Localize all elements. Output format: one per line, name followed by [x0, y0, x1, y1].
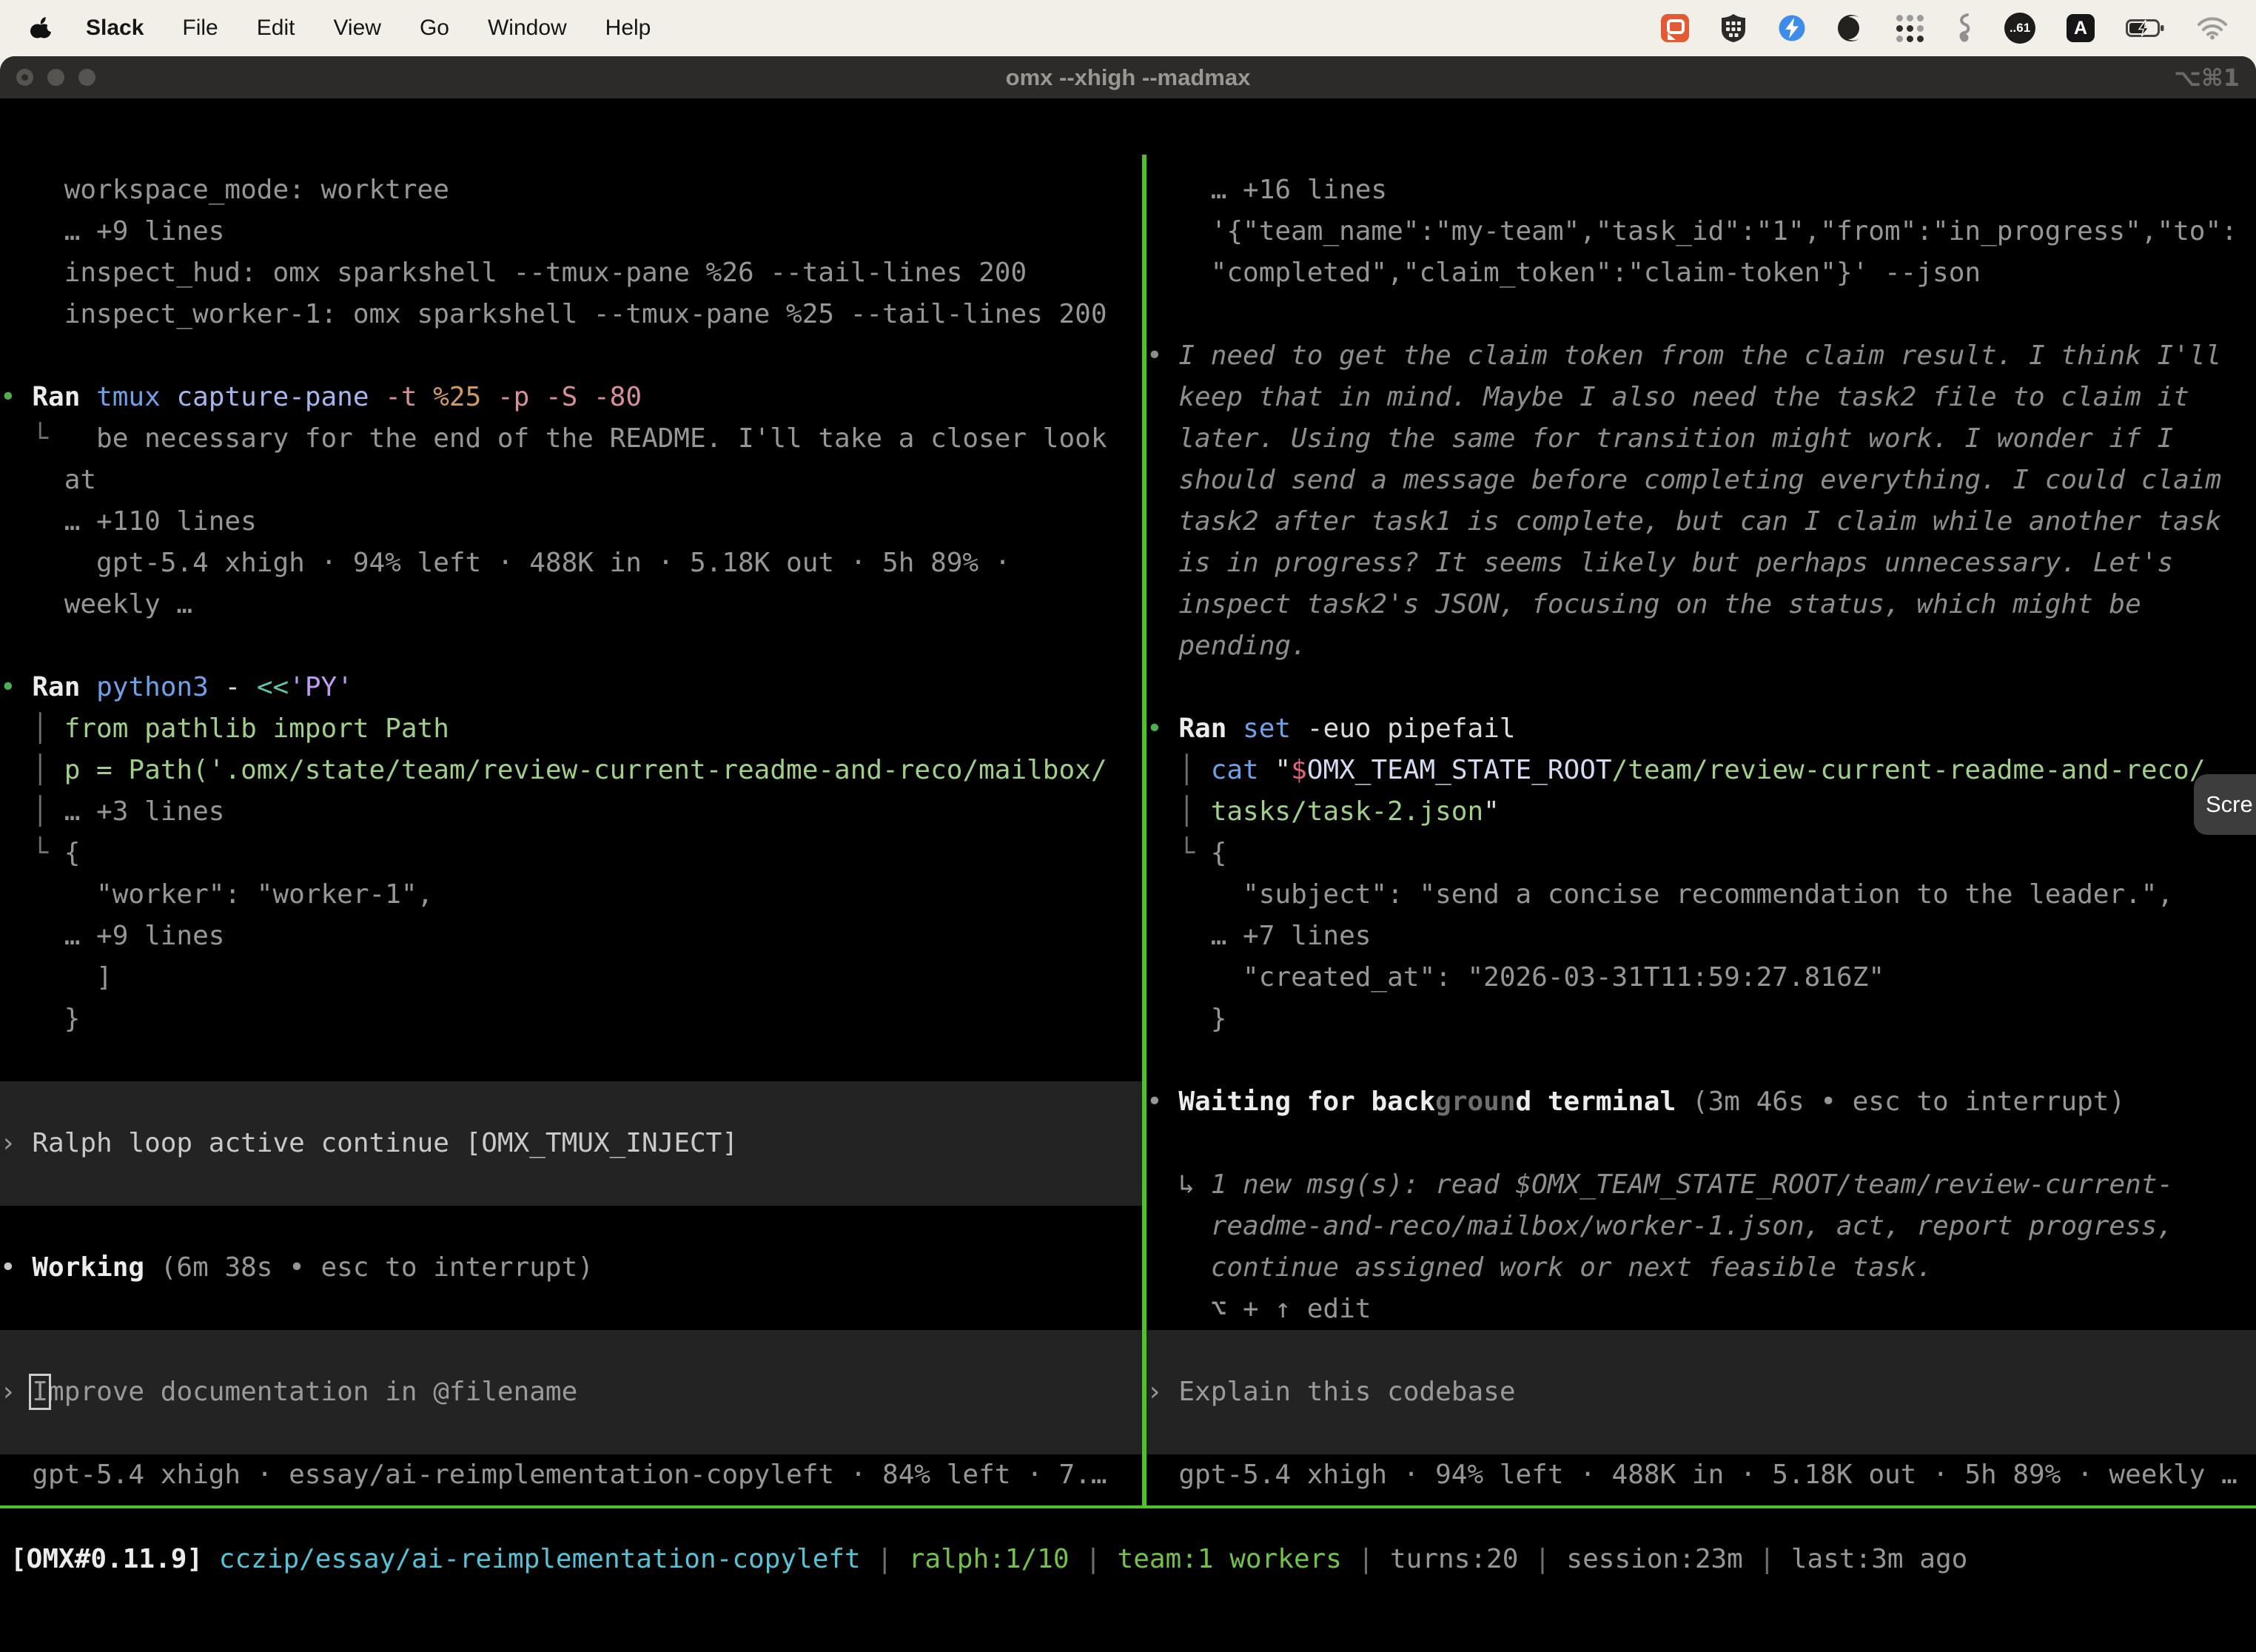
- terminal-row: • Ran python3 - <<'PY': [0, 667, 1142, 708]
- terminal-row: weekly …: [0, 584, 1142, 625]
- battery-icon[interactable]: [2126, 18, 2166, 38]
- terminal-row: "created_at": "2026-03-31T11:59:27.816Z": [1147, 957, 2256, 998]
- terminal-row: [0, 1330, 1142, 1371]
- terminal-row: "completed","claim_token":"claim-token"}…: [1147, 252, 2256, 294]
- terminal-row: [0, 1040, 1142, 1081]
- apple-menu-icon[interactable]: [30, 16, 52, 41]
- terminal-row: inspect task2's JSON, focusing on the st…: [1147, 584, 2256, 625]
- terminal-row: ↳ 1 new msg(s): read $OMX_TEAM_STATE_ROO…: [1147, 1164, 2256, 1206]
- terminal-row: … +16 lines: [1147, 169, 2256, 211]
- terminal-row: › Improve documentation in @filename: [0, 1371, 1142, 1413]
- terminal-row: │ from pathlib import Path: [0, 708, 1142, 750]
- count-badge-label: ..61: [2010, 21, 2030, 36]
- terminal-row: continue assigned work or next feasible …: [1147, 1247, 2256, 1289]
- terminal-row: › Explain this codebase: [1147, 1371, 2256, 1413]
- terminal-row: keep that in mind. Maybe I also need the…: [1147, 377, 2256, 418]
- terminal-content: workspace_mode: worktree … +9 lines insp…: [0, 155, 2256, 1652]
- omx-status-line: [OMX#0.11.9] cczip/essay/ai-reimplementa…: [0, 1539, 2256, 1580]
- terminal-row: }: [0, 998, 1142, 1040]
- a-key-label: A: [2074, 18, 2087, 39]
- terminal-row: gpt-5.4 xhigh · 94% left · 488K in · 5.1…: [1147, 1454, 2256, 1496]
- shield-icon[interactable]: [1720, 13, 1747, 43]
- terminal-row: [0, 625, 1142, 667]
- terminal-row: at: [0, 460, 1142, 501]
- terminal-row: readme-and-reco/mailbox/worker-1.json, a…: [1147, 1206, 2256, 1247]
- a-key-icon[interactable]: A: [2067, 14, 2095, 42]
- blue-bolt-icon[interactable]: [1778, 14, 1806, 42]
- terminal-row: ]: [0, 957, 1142, 998]
- crescent-icon[interactable]: [1837, 14, 1865, 42]
- terminal-row: [1147, 1123, 2256, 1164]
- window-shortcut-badge: ⌥⌘1: [2174, 64, 2240, 92]
- terminal-row: task2 after task1 is complete, but can I…: [1147, 501, 2256, 543]
- terminal-row: • I need to get the claim token from the…: [1147, 335, 2256, 377]
- pane-right[interactable]: … +16 lines '{"team_name":"my-team","tas…: [1147, 169, 2256, 1496]
- terminal-row: "worker": "worker-1",: [0, 874, 1142, 916]
- terminal-row: [0, 1081, 1142, 1123]
- wifi-icon[interactable]: [2197, 16, 2228, 40]
- terminal-row: [1147, 667, 2256, 708]
- terminal-row: workspace_mode: worktree: [0, 169, 1142, 211]
- terminal-row: … +9 lines: [0, 916, 1142, 957]
- terminal-row: └ {: [1147, 833, 2256, 874]
- terminal-row: [0, 335, 1142, 377]
- terminal-row: [0, 1413, 1142, 1454]
- terminal-row: │ … +3 lines: [0, 791, 1142, 833]
- window-title: omx --xhigh --madmax: [0, 64, 2256, 91]
- menu-item-view[interactable]: View: [333, 16, 380, 41]
- app-menu-slack[interactable]: Slack: [86, 16, 144, 41]
- terminal-row: [1147, 294, 2256, 335]
- terminal-row: │ cat "$OMX_TEAM_STATE_ROOT/team/review-…: [1147, 750, 2256, 791]
- squiggle-icon[interactable]: [1955, 13, 1973, 44]
- terminal-row: … +9 lines: [0, 211, 1142, 252]
- terminal-row: │ tasks/task-2.json": [1147, 791, 2256, 833]
- pane-bottom-border: [0, 1505, 2256, 1508]
- menu-item-file[interactable]: File: [182, 16, 218, 41]
- menu-item-go[interactable]: Go: [420, 16, 449, 41]
- terminal-row: '{"team_name":"my-team","task_id":"1","f…: [1147, 211, 2256, 252]
- terminal-row: is in progress? It seems likely but perh…: [1147, 543, 2256, 584]
- pane-left[interactable]: workspace_mode: worktree … +9 lines insp…: [0, 169, 1142, 1496]
- terminal-row: later. Using the same for transition mig…: [1147, 418, 2256, 460]
- terminal-row: … +110 lines: [0, 501, 1142, 543]
- terminal-row: └ {: [0, 833, 1142, 874]
- terminal-window: omx --xhigh --madmax ⌥⌘1 workspace_mode:…: [0, 56, 2256, 1652]
- menu-item-window[interactable]: Window: [488, 16, 567, 41]
- terminal-row: [0, 1206, 1142, 1247]
- terminal-row: • Ran tmux capture-pane -t %25 -p -S -80: [0, 377, 1142, 418]
- dots-grid-icon[interactable]: [1896, 14, 1924, 42]
- screen-overlay-tooltip: Scre: [2194, 774, 2256, 835]
- menu-item-help[interactable]: Help: [605, 16, 651, 41]
- chat-app-icon[interactable]: [1661, 14, 1689, 42]
- terminal-row: • Working (6m 38s • esc to interrupt): [0, 1247, 1142, 1289]
- terminal-row: inspect_hud: omx sparkshell --tmux-pane …: [0, 252, 1142, 294]
- terminal-row: inspect_worker-1: omx sparkshell --tmux-…: [0, 294, 1142, 335]
- terminal-row: }: [1147, 998, 2256, 1040]
- menu-item-edit[interactable]: Edit: [257, 16, 295, 41]
- terminal-row: [1147, 1413, 2256, 1454]
- terminal-row: • Ran set -euo pipefail: [1147, 708, 2256, 750]
- terminal-row: └ be necessary for the end of the README…: [0, 418, 1142, 460]
- terminal-row: gpt-5.4 xhigh · 94% left · 488K in · 5.1…: [0, 543, 1142, 584]
- terminal-row: • Waiting for background terminal (3m 46…: [1147, 1081, 2256, 1123]
- terminal-row: [0, 1164, 1142, 1206]
- menu-items: File Edit View Go Window Help: [144, 16, 651, 41]
- terminal-row: › Ralph loop active continue [OMX_TMUX_I…: [0, 1123, 1142, 1164]
- window-titlebar[interactable]: omx --xhigh --madmax ⌥⌘1: [0, 56, 2256, 98]
- count-badge-icon[interactable]: ..61: [2004, 13, 2035, 44]
- terminal-row: │ p = Path('.omx/state/team/review-curre…: [0, 750, 1142, 791]
- terminal-row: ⌥ + ↑ edit: [1147, 1289, 2256, 1330]
- terminal-row: should send a message before completing …: [1147, 460, 2256, 501]
- terminal-row: [0, 1289, 1142, 1330]
- terminal-row: pending.: [1147, 625, 2256, 667]
- terminal-row: [1147, 1040, 2256, 1081]
- terminal-row: [1147, 1330, 2256, 1371]
- terminal-row: … +7 lines: [1147, 916, 2256, 957]
- menu-status-icons: ..61 A: [1661, 13, 2240, 44]
- terminal-row: gpt-5.4 xhigh · essay/ai-reimplementatio…: [0, 1454, 1142, 1496]
- menu-bar: Slack File Edit View Go Window Help: [0, 0, 2256, 56]
- terminal-row: "subject": "send a concise recommendatio…: [1147, 874, 2256, 916]
